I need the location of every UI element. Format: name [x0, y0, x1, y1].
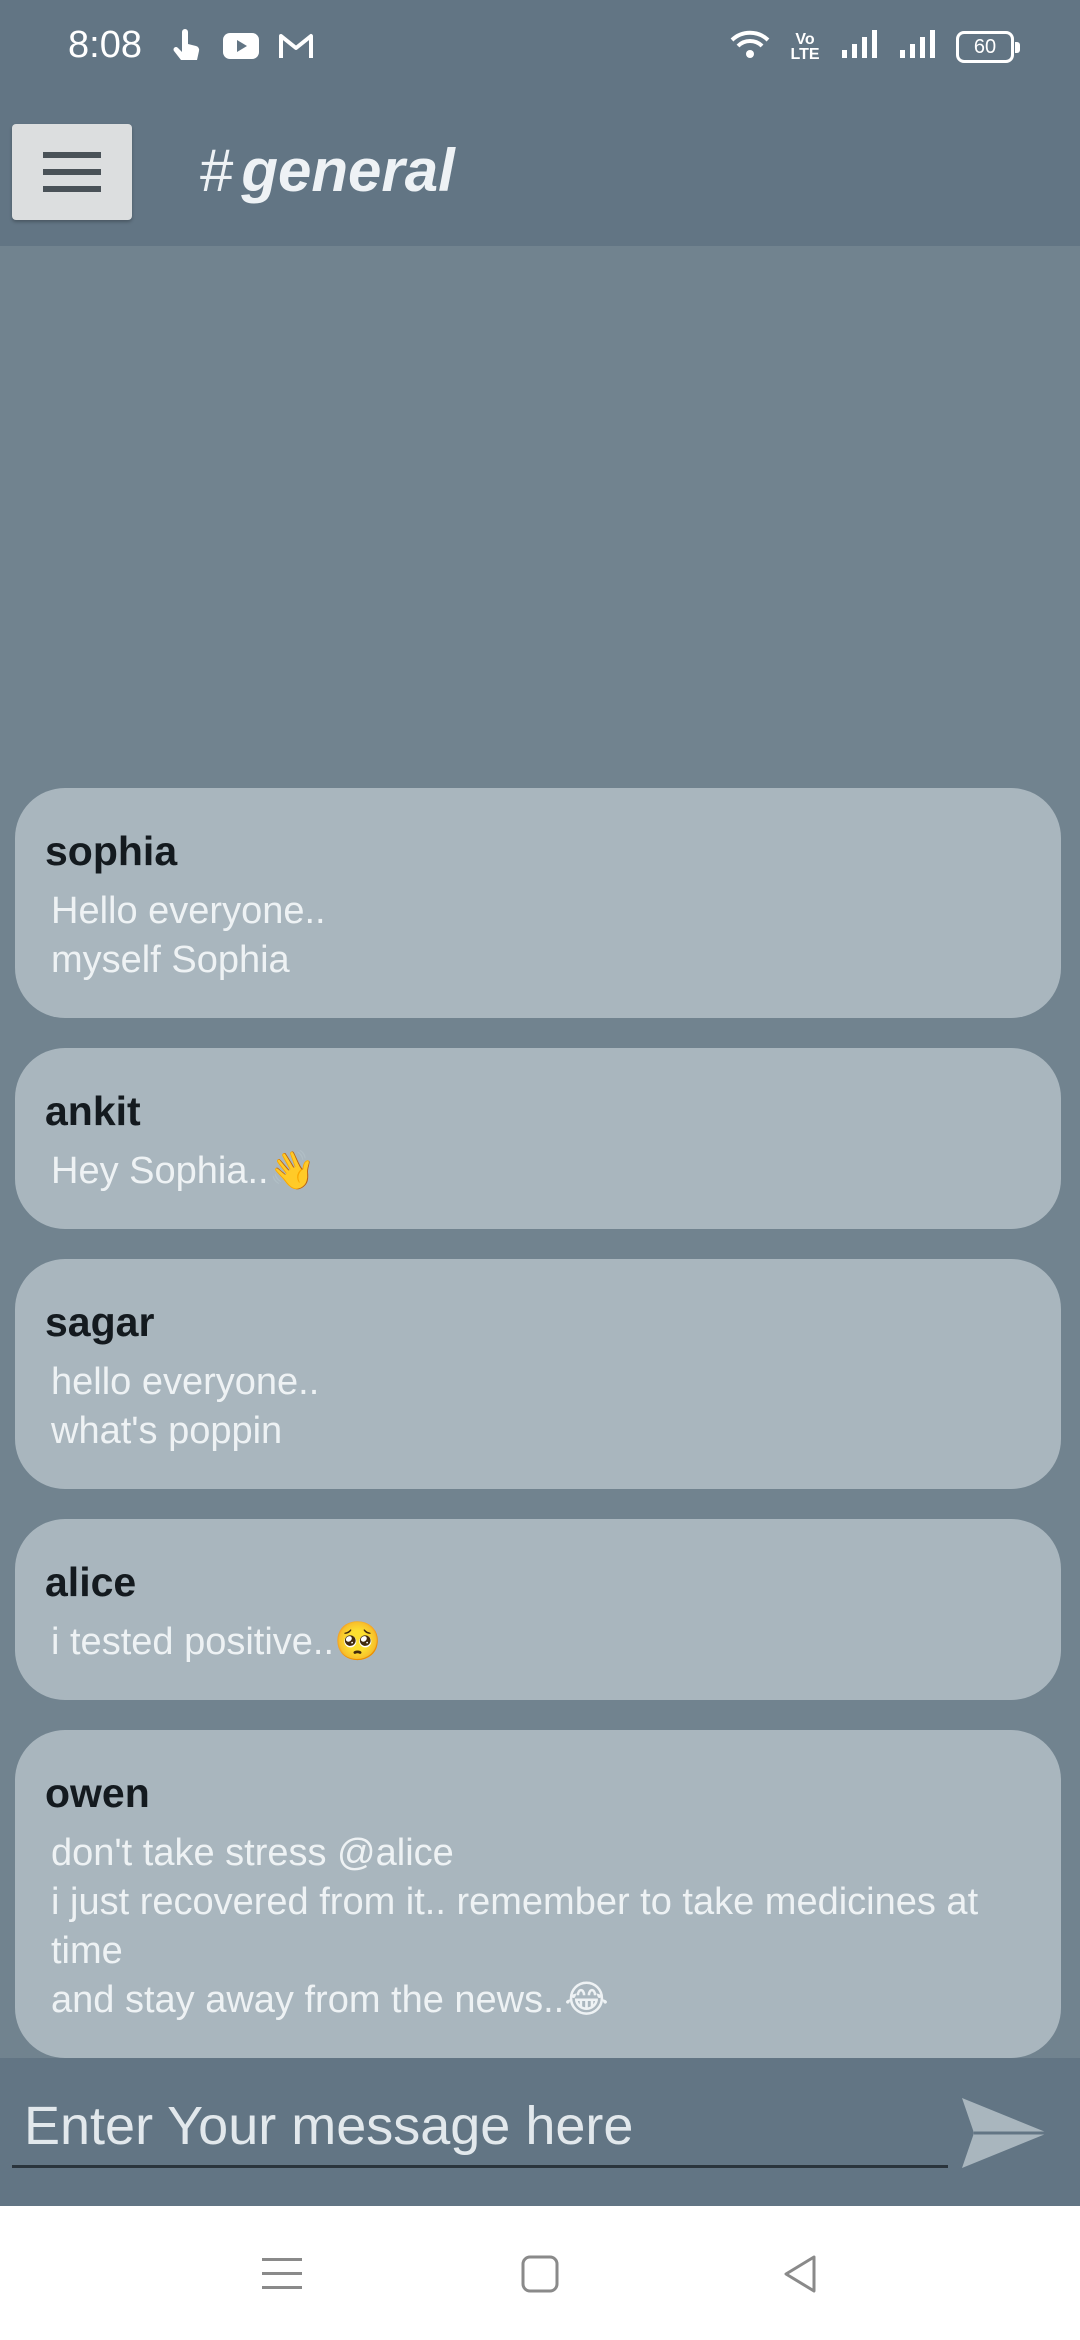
system-icons: Vo LTE 60 — [730, 28, 1020, 65]
message-bubble: sophia Hello everyone.. myself Sophia — [15, 788, 1061, 1018]
chat-area[interactable]: sophia Hello everyone.. myself Sophia an… — [0, 246, 1080, 2058]
message-username: ankit — [45, 1088, 141, 1134]
send-icon — [962, 2098, 1048, 2168]
message-input[interactable] — [12, 2086, 948, 2168]
status-bar: 8:08 Vo LTE 60 — [0, 0, 1080, 96]
gmail-icon — [278, 32, 314, 65]
app-header: # general — [0, 96, 1080, 246]
youtube-icon — [222, 32, 260, 65]
message-username: alice — [45, 1559, 137, 1605]
channel-title: # general — [200, 136, 455, 205]
message-username: owen — [45, 1770, 150, 1816]
recents-button[interactable] — [252, 2244, 312, 2304]
signal-icon — [840, 28, 880, 65]
message-bubble: owen don't take stress @alice i just rec… — [15, 1730, 1061, 2058]
message-bubble: sagar hello everyone.. what's poppin — [15, 1259, 1061, 1489]
message-text: don't take stress @alice i just recovere… — [51, 1832, 979, 2021]
message-text: i tested positive..🥺 — [51, 1621, 382, 1663]
home-icon — [521, 2255, 559, 2293]
message-composer — [0, 2058, 1080, 2206]
message-text: Hey Sophia..👋 — [51, 1150, 316, 1192]
wifi-icon — [730, 28, 770, 65]
system-nav-bar — [0, 2206, 1080, 2340]
hamburger-menu-icon — [43, 152, 101, 192]
touch-icon — [170, 28, 204, 69]
send-button[interactable] — [950, 2088, 1060, 2178]
signal-icon — [898, 28, 938, 65]
message-text: hello everyone.. what's poppin — [51, 1361, 320, 1452]
channel-name: general — [241, 137, 455, 204]
status-time: 8:08 — [68, 24, 142, 66]
home-button[interactable] — [510, 2244, 570, 2304]
message-bubble: alice i tested positive..🥺 — [15, 1519, 1061, 1700]
volte-icon: Vo LTE — [790, 30, 820, 63]
message-username: sagar — [45, 1299, 155, 1345]
channel-hash: # — [200, 137, 234, 204]
recents-icon — [262, 2258, 302, 2289]
menu-button[interactable] — [12, 124, 132, 220]
message-bubble: ankit Hey Sophia..👋 — [15, 1048, 1061, 1229]
back-button[interactable] — [770, 2244, 830, 2304]
message-username: sophia — [45, 828, 178, 874]
back-icon — [784, 2255, 816, 2293]
battery-icon: 60 — [956, 30, 1020, 63]
message-text: Hello everyone.. myself Sophia — [51, 890, 326, 981]
notification-icons — [170, 28, 314, 69]
